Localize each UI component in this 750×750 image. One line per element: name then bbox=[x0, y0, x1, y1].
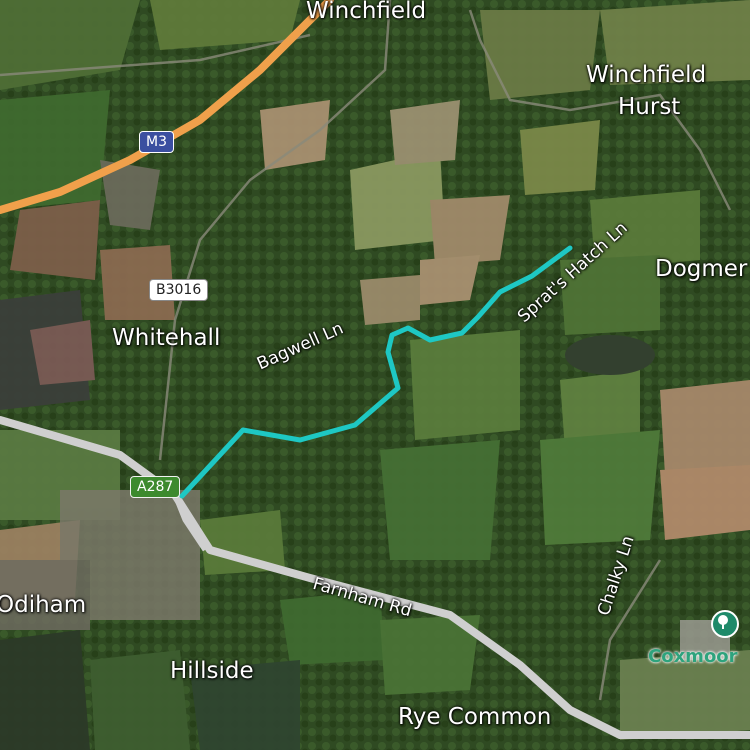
poi-coxmoor[interactable]: Coxmoor bbox=[648, 646, 738, 667]
place-odiham: Odiham bbox=[0, 592, 87, 618]
satellite-map[interactable]: Winchfield Winchfield Hurst Dogmer White… bbox=[0, 0, 750, 750]
tree-icon[interactable] bbox=[711, 610, 739, 638]
place-dogmersfield: Dogmer bbox=[655, 256, 748, 282]
m3-shield: M3 bbox=[139, 131, 174, 153]
b3016-shield: B3016 bbox=[149, 279, 209, 301]
place-winchfield-hurst-2: Hurst bbox=[618, 94, 681, 120]
place-winchfield-hurst: Winchfield bbox=[586, 62, 707, 88]
place-winchfield: Winchfield bbox=[306, 0, 427, 24]
a287-shield: A287 bbox=[130, 476, 181, 498]
place-hillside: Hillside bbox=[170, 658, 254, 684]
place-whitehall: Whitehall bbox=[112, 325, 221, 351]
place-rye-common: Rye Common bbox=[398, 704, 552, 730]
pond bbox=[565, 335, 655, 375]
